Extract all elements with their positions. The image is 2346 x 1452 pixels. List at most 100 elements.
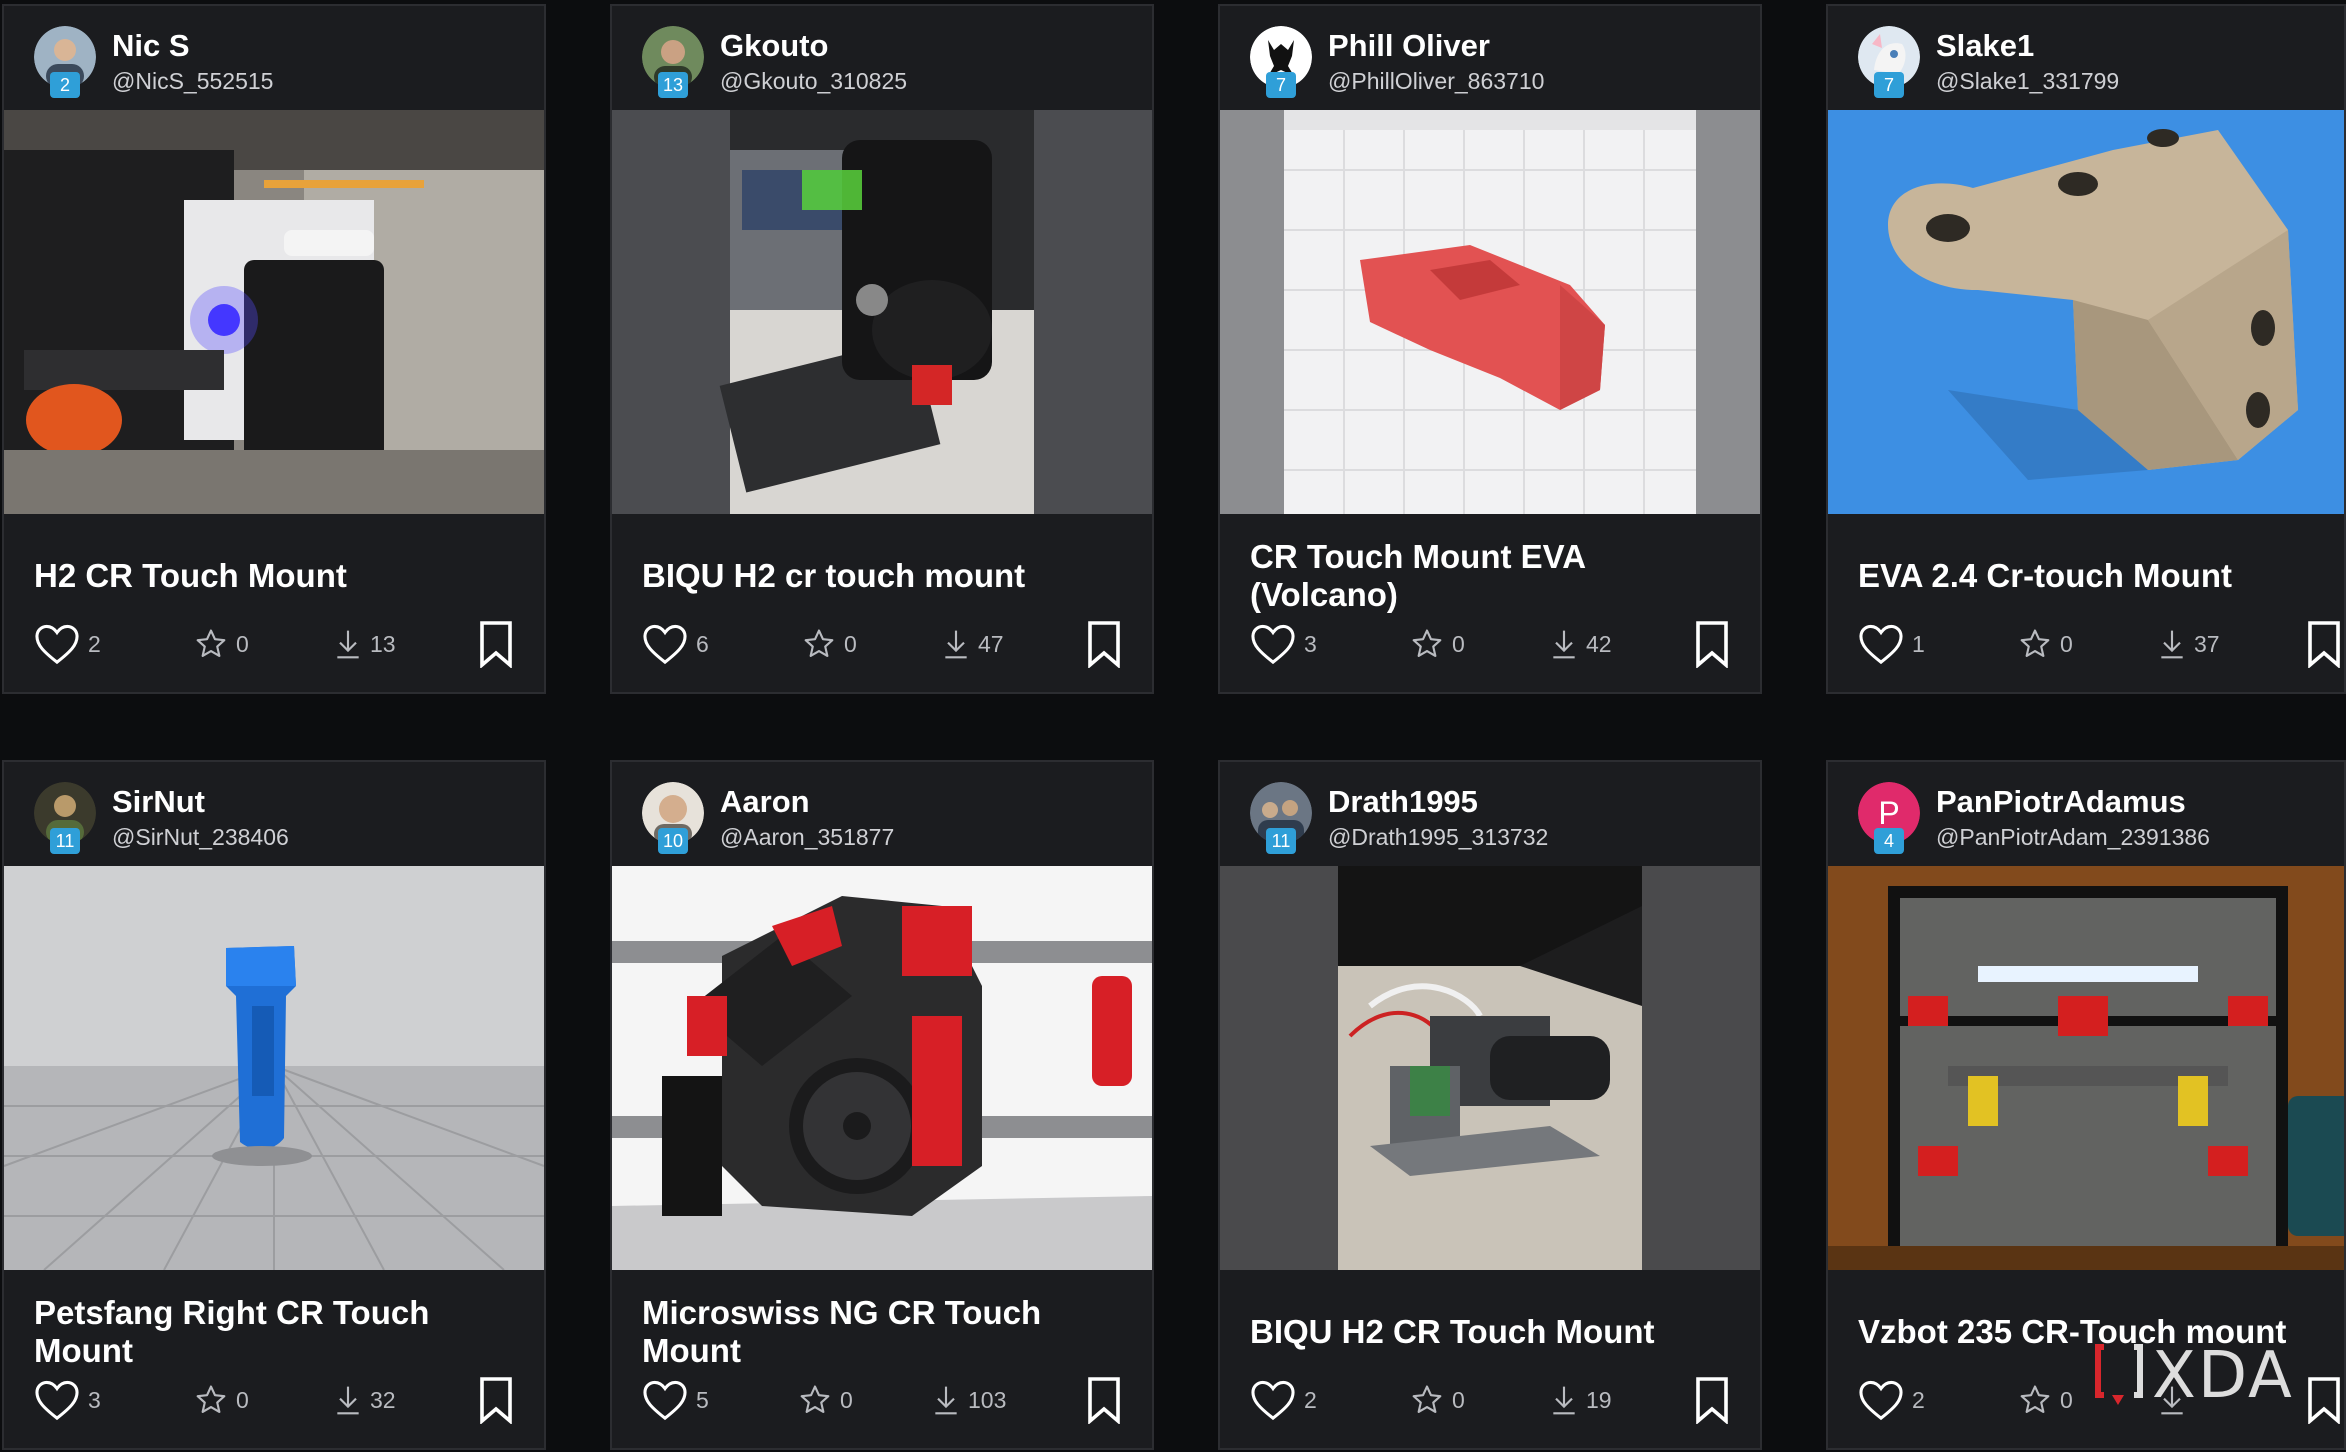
download-button[interactable]: 37 (2158, 616, 2220, 672)
model-card[interactable]: 10 Aaron @Aaron_351877 Microswiss NG CR … (610, 760, 1154, 1450)
download-button[interactable]: 13 (334, 616, 396, 672)
level-badge: 4 (1874, 828, 1904, 854)
model-title[interactable]: H2 CR Touch Mount (34, 536, 514, 616)
download-icon (337, 630, 359, 659)
star-icon (196, 629, 226, 657)
bookmark-icon (1696, 621, 1728, 668)
level-badge: 7 (1874, 72, 1904, 98)
level-badge: 11 (50, 828, 80, 854)
model-title-text: EVA 2.4 Cr-touch Mount (1858, 557, 2232, 594)
model-title[interactable]: BIQU H2 cr touch mount (642, 536, 1122, 616)
bookmark-icon (2308, 621, 2340, 668)
user-handle[interactable]: @SirNut_238406 (112, 824, 289, 851)
avatar[interactable]: 7 (1858, 26, 1920, 98)
model-thumbnail[interactable] (1220, 110, 1760, 514)
star-count: 0 (840, 1386, 853, 1413)
model-card[interactable]: 7 Phill Oliver @PhillOliver_863710 CR To… (1218, 4, 1762, 694)
bookmark-icon (1696, 1377, 1728, 1424)
user-handle[interactable]: @Gkouto_310825 (720, 68, 907, 95)
heart-icon (1859, 624, 1903, 665)
star-icon (804, 629, 834, 657)
like-button[interactable]: 2 (34, 616, 101, 672)
user-name[interactable]: Drath1995 (1328, 784, 1478, 820)
model-card[interactable]: 7 Slake1 @Slake1_331799 EVA 2.4 Cr-touch… (1826, 4, 2346, 694)
download-count: 13 (370, 630, 396, 657)
model-card[interactable]: 11 Drath1995 @Drath1995_313732 BIQU H2 C… (1218, 760, 1762, 1450)
star-icon (800, 1385, 830, 1413)
star-button[interactable]: 0 (798, 1372, 853, 1428)
model-title[interactable]: BIQU H2 CR Touch Mount (1250, 1292, 1730, 1372)
model-thumbnail[interactable] (1828, 110, 2344, 514)
user-handle[interactable]: @Slake1_331799 (1936, 68, 2119, 95)
model-card[interactable]: 11 SirNut @SirNut_238406 Petsfang Right … (2, 760, 546, 1450)
card-stats: 6 0 47 (612, 616, 1152, 676)
star-button[interactable]: 0 (1410, 1372, 1465, 1428)
star-button[interactable]: 0 (1410, 616, 1465, 672)
user-name[interactable]: Phill Oliver (1328, 28, 1490, 64)
avatar[interactable]: P 4 (1858, 782, 1920, 854)
card-header: 2 Nic S @NicS_552515 (4, 6, 544, 108)
model-card[interactable]: 2 Nic S @NicS_552515 H2 CR Touch Mount 2… (2, 4, 546, 694)
bookmark-button[interactable] (476, 1372, 516, 1428)
user-name[interactable]: Gkouto (720, 28, 829, 64)
avatar[interactable]: 2 (34, 26, 96, 98)
model-thumbnail[interactable] (612, 110, 1152, 514)
avatar[interactable]: 11 (34, 782, 96, 854)
user-handle[interactable]: @PanPiotrAdam_2391386 (1936, 824, 2210, 851)
user-handle[interactable]: @NicS_552515 (112, 68, 273, 95)
like-button[interactable]: 1 (1858, 616, 1925, 672)
star-button[interactable]: 0 (2018, 1372, 2073, 1428)
model-card[interactable]: 13 Gkouto @Gkouto_310825 BIQU H2 cr touc… (610, 4, 1154, 694)
star-button[interactable]: 0 (802, 616, 857, 672)
user-name[interactable]: SirNut (112, 784, 205, 820)
model-thumbnail[interactable] (1220, 866, 1760, 1270)
avatar[interactable]: 13 (642, 26, 704, 98)
model-title[interactable]: Microswiss NG CR Touch Mount (642, 1292, 1122, 1372)
heart-icon (643, 624, 687, 665)
avatar[interactable]: 11 (1250, 782, 1312, 854)
bookmark-icon (480, 621, 512, 668)
star-button[interactable]: 0 (194, 616, 249, 672)
model-title[interactable]: EVA 2.4 Cr-touch Mount (1858, 536, 2338, 616)
star-count: 0 (2060, 630, 2073, 657)
avatar[interactable]: 7 (1250, 26, 1312, 98)
user-name[interactable]: Nic S (112, 28, 190, 64)
like-button[interactable]: 6 (642, 616, 709, 672)
user-name[interactable]: PanPiotrAdamus (1936, 784, 2186, 820)
user-handle[interactable]: @Aaron_351877 (720, 824, 894, 851)
like-button[interactable]: 2 (1250, 1372, 1317, 1428)
card-header: 13 Gkouto @Gkouto_310825 (612, 6, 1152, 108)
download-button[interactable]: 32 (334, 1372, 396, 1428)
model-thumbnail[interactable] (612, 866, 1152, 1270)
like-button[interactable]: 3 (1250, 616, 1317, 672)
model-thumbnail[interactable] (1828, 866, 2344, 1270)
model-thumbnail[interactable] (4, 866, 544, 1270)
bookmark-button[interactable] (1692, 616, 1732, 672)
like-button[interactable]: 2 (1858, 1372, 1925, 1428)
like-button[interactable]: 3 (34, 1372, 101, 1428)
download-button[interactable]: 47 (942, 616, 1004, 672)
star-icon (196, 1385, 226, 1413)
user-name[interactable]: Aaron (720, 784, 810, 820)
avatar[interactable]: 10 (642, 782, 704, 854)
model-title[interactable]: CR Touch Mount EVA (Volcano) (1250, 536, 1730, 616)
star-button[interactable]: 0 (194, 1372, 249, 1428)
bookmark-button[interactable] (2304, 616, 2344, 672)
user-name[interactable]: Slake1 (1936, 28, 2034, 64)
level-badge: 7 (1266, 72, 1296, 98)
download-button[interactable]: 19 (1550, 1372, 1612, 1428)
card-header: 11 Drath1995 @Drath1995_313732 (1220, 762, 1760, 864)
like-button[interactable]: 5 (642, 1372, 709, 1428)
bookmark-button[interactable] (1084, 616, 1124, 672)
download-button[interactable]: 103 (932, 1372, 1006, 1428)
bookmark-button[interactable] (476, 616, 516, 672)
bookmark-button[interactable] (1692, 1372, 1732, 1428)
user-handle[interactable]: @Drath1995_313732 (1328, 824, 1548, 851)
download-button[interactable]: 42 (1550, 616, 1612, 672)
model-thumbnail[interactable] (4, 110, 544, 514)
star-button[interactable]: 0 (2018, 616, 2073, 672)
card-stats: 5 0 103 (612, 1372, 1152, 1432)
model-title[interactable]: Petsfang Right CR Touch Mount (34, 1292, 514, 1372)
user-handle[interactable]: @PhillOliver_863710 (1328, 68, 1544, 95)
bookmark-button[interactable] (1084, 1372, 1124, 1428)
